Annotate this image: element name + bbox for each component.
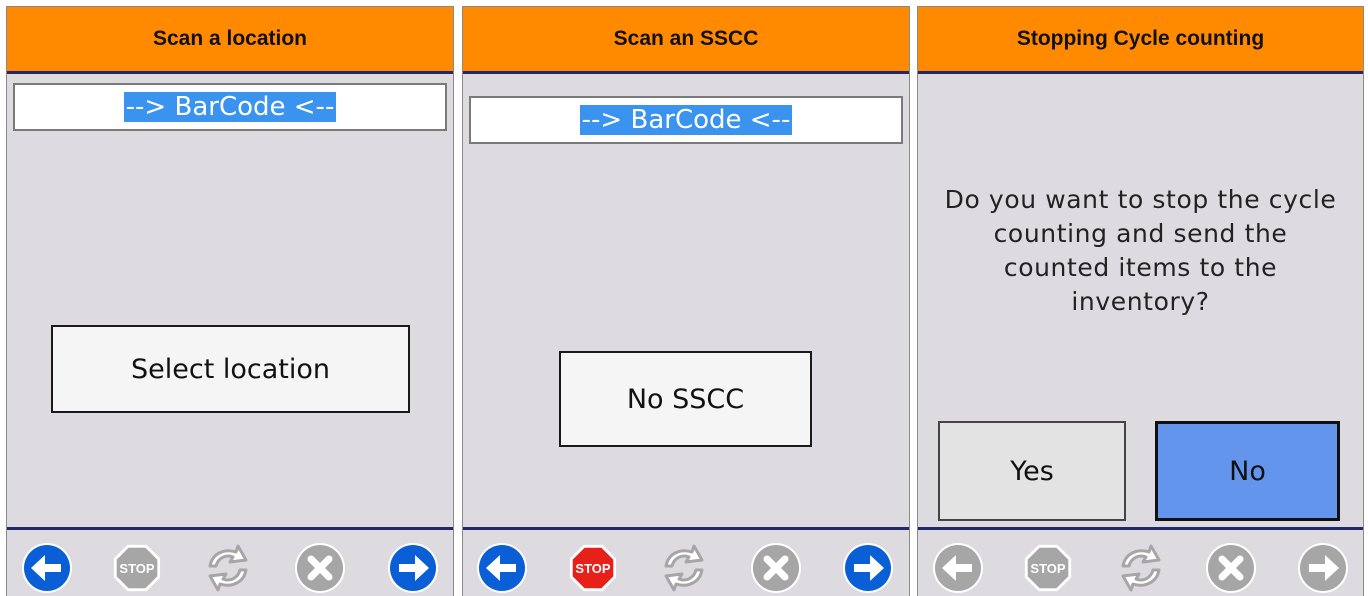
no-sscc-button[interactable]: No SSCC — [559, 351, 812, 447]
arrow-left-circle-icon — [477, 543, 527, 593]
stop-button[interactable]: STOP — [565, 540, 621, 596]
forward-button[interactable] — [1295, 540, 1351, 596]
refresh-button[interactable] — [200, 540, 256, 596]
stop-button[interactable]: STOP — [1020, 540, 1076, 596]
stop-label: STOP — [1030, 561, 1065, 576]
screen-title: Scan an SSCC — [463, 7, 909, 74]
select-location-button[interactable]: Select location — [51, 325, 410, 413]
cancel-button[interactable] — [748, 540, 804, 596]
no-button[interactable]: No — [1155, 421, 1340, 521]
x-circle-icon — [295, 543, 345, 593]
back-button[interactable] — [19, 540, 75, 596]
arrow-right-circle-icon — [1298, 543, 1348, 593]
barcode-input[interactable]: --> BarCode <-- — [469, 96, 903, 144]
stop-cycle-counting-screen: Stopping Cycle counting Do you want to s… — [917, 6, 1364, 596]
stop-button[interactable]: STOP — [109, 540, 165, 596]
barcode-placeholder: --> BarCode <-- — [123, 92, 337, 122]
refresh-arrows-icon — [208, 544, 248, 592]
refresh-button[interactable] — [1113, 540, 1169, 596]
yes-button[interactable]: Yes — [938, 421, 1126, 521]
screen-title: Scan a location — [7, 7, 453, 74]
back-button[interactable] — [930, 540, 986, 596]
arrow-right-circle-icon — [843, 543, 893, 593]
cancel-button[interactable] — [1203, 540, 1259, 596]
cancel-button[interactable] — [292, 540, 348, 596]
refresh-arrows-icon — [664, 544, 704, 592]
refresh-button[interactable] — [656, 540, 712, 596]
toolbar: STOP — [918, 527, 1363, 596]
back-button[interactable] — [474, 540, 530, 596]
arrow-right-circle-icon — [388, 543, 438, 593]
refresh-arrows-icon — [1121, 544, 1161, 592]
stop-sign-icon: STOP — [113, 544, 161, 592]
scan-location-screen: Scan a location --> BarCode <-- Select l… — [6, 6, 454, 596]
x-circle-icon — [751, 543, 801, 593]
stop-sign-icon: STOP — [569, 544, 617, 592]
barcode-input[interactable]: --> BarCode <-- — [13, 83, 447, 131]
arrow-left-circle-icon — [22, 543, 72, 593]
forward-button[interactable] — [385, 540, 441, 596]
x-circle-icon — [1206, 543, 1256, 593]
arrow-left-circle-icon — [933, 543, 983, 593]
toolbar: STOP — [7, 527, 453, 596]
confirm-question: Do you want to stop the cycle counting a… — [944, 185, 1337, 316]
stop-label: STOP — [119, 561, 154, 576]
stop-sign-icon: STOP — [1024, 544, 1072, 592]
screen-title: Stopping Cycle counting — [918, 7, 1363, 74]
stop-label: STOP — [575, 561, 610, 576]
forward-button[interactable] — [840, 540, 896, 596]
barcode-placeholder: --> BarCode <-- — [579, 105, 793, 135]
toolbar: STOP — [463, 527, 909, 596]
scan-sscc-screen: Scan an SSCC --> BarCode <-- No SSCC STO… — [462, 6, 910, 596]
